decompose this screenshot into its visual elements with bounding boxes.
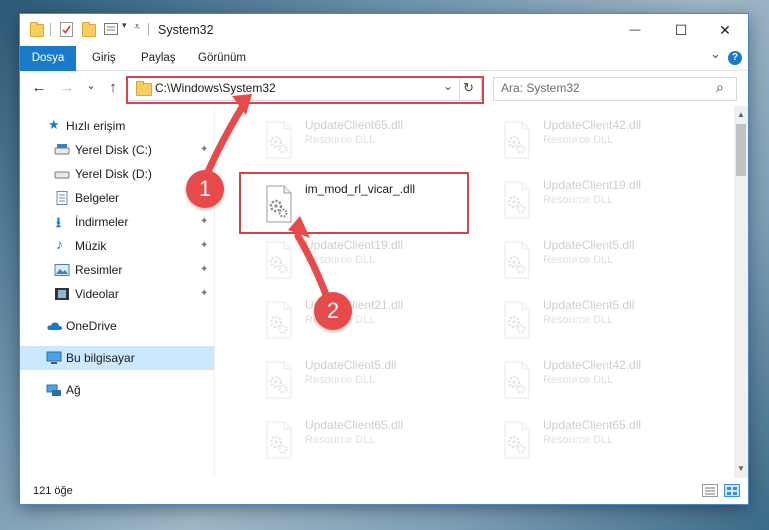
step-1-badge: 1: [186, 170, 224, 208]
arrow-to-file: [294, 232, 332, 304]
arrow-to-address-bar: [203, 100, 248, 178]
annotation-arrows: [203, 94, 332, 304]
step-2-badge: 2: [314, 292, 352, 330]
